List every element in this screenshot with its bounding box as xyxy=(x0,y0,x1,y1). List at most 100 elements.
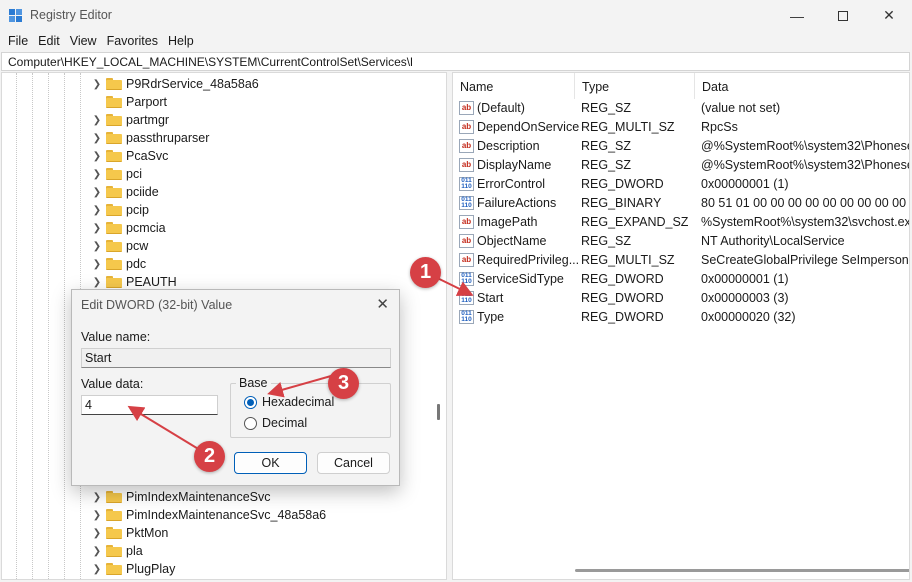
dialog-close-button[interactable]: ✕ xyxy=(376,295,389,313)
chevron-right-icon[interactable]: ❯ xyxy=(90,115,104,126)
string-value-icon: ab xyxy=(459,120,474,134)
value-data-input[interactable]: 4 xyxy=(81,395,218,415)
tree-item[interactable]: ❯ partmgr xyxy=(90,111,169,129)
value-type: REG_SZ xyxy=(581,158,632,172)
folder-icon xyxy=(106,168,122,180)
chevron-right-icon[interactable]: ❯ xyxy=(90,205,104,216)
value-data: %SystemRoot%\system32\svchost.exe - xyxy=(701,215,910,229)
value-row[interactable]: ab (Default) REG_SZ (value not set) xyxy=(453,99,909,118)
tree-item[interactable]: Parport xyxy=(90,93,167,111)
tree-item-label: PlugPlay xyxy=(126,562,176,576)
chevron-right-icon[interactable]: ❯ xyxy=(90,277,104,288)
chevron-right-icon[interactable]: ❯ xyxy=(90,133,104,144)
value-type: REG_SZ xyxy=(581,234,632,248)
value-row[interactable]: 011 110 Type REG_DWORD 0x00000020 (32) xyxy=(453,308,909,327)
value-row[interactable]: ab ObjectName REG_SZ NT Authority\LocalServ… xyxy=(453,232,909,251)
chevron-right-icon[interactable]: ❯ xyxy=(90,528,104,539)
minimize-icon: — xyxy=(790,7,804,24)
values-list-pane[interactable]: Name Type Data ab (Default) REG_SZ (value n… xyxy=(452,72,910,580)
column-header-type[interactable]: Type xyxy=(575,73,695,99)
address-bar[interactable]: Computer\HKEY_LOCAL_MACHINE\SYSTEM\Curre… xyxy=(1,52,910,71)
tree-item[interactable]: ❯ pdc xyxy=(90,255,146,273)
chevron-right-icon[interactable]: ❯ xyxy=(90,187,104,198)
tree-guide-line xyxy=(32,73,33,579)
chevron-right-icon[interactable]: ❯ xyxy=(90,259,104,270)
menu-edit[interactable]: Edit xyxy=(33,31,65,51)
horizontal-scrollbar[interactable] xyxy=(575,569,909,572)
value-row[interactable]: 011 110 ServiceSidType REG_DWORD 0x00000001 … xyxy=(453,270,909,289)
chevron-right-icon[interactable]: ❯ xyxy=(90,546,104,557)
string-value-icon: ab xyxy=(459,158,474,172)
folder-icon xyxy=(106,491,122,503)
menu-bar: File Edit View Favorites Help xyxy=(0,31,912,51)
chevron-right-icon[interactable]: ❯ xyxy=(90,241,104,252)
close-icon: ✕ xyxy=(883,7,895,23)
tree-item[interactable]: ❯ pcip xyxy=(90,201,149,219)
tree-item-label: pcmcia xyxy=(126,221,166,235)
tree-item[interactable]: ❯ pciide xyxy=(90,183,159,201)
tree-item[interactable]: ❯ PlugPlay xyxy=(90,560,176,578)
tree-item-label: P9RdrService_48a58a6 xyxy=(126,77,259,91)
tree-item-label: pcip xyxy=(126,203,149,217)
string-value-icon: ab xyxy=(459,253,474,267)
menu-file[interactable]: File xyxy=(3,31,33,51)
folder-icon xyxy=(106,114,122,126)
menu-help[interactable]: Help xyxy=(163,31,199,51)
pane-splitter[interactable] xyxy=(437,404,440,420)
value-data-label: Value data: xyxy=(81,377,144,391)
value-row[interactable]: 011 110 Start REG_DWORD 0x00000003 (3) xyxy=(453,289,909,308)
chevron-right-icon[interactable]: ❯ xyxy=(90,79,104,90)
tree-item-label: pciide xyxy=(126,185,159,199)
tree-item[interactable]: ❯ PktMon xyxy=(90,524,169,542)
chevron-right-icon[interactable]: ❯ xyxy=(90,223,104,234)
chevron-right-icon[interactable]: ❯ xyxy=(90,169,104,180)
callout-badge-2: 2 xyxy=(194,441,225,472)
value-name: ServiceSidType xyxy=(477,272,564,286)
ok-button[interactable]: OK xyxy=(234,452,307,474)
maximize-icon xyxy=(838,10,848,21)
tree-item[interactable]: ❯ PimIndexMaintenanceSvc_48a58a6 xyxy=(90,506,326,524)
tree-item[interactable]: ❯ pla xyxy=(90,542,143,560)
column-header-data[interactable]: Data xyxy=(695,73,909,99)
chevron-right-icon[interactable]: ❯ xyxy=(90,151,104,162)
value-name: Type xyxy=(477,310,505,324)
menu-view[interactable]: View xyxy=(65,31,102,51)
tree-item[interactable]: ❯ pci xyxy=(90,165,142,183)
value-row[interactable]: ab Description REG_SZ @%SystemRoot%\system3… xyxy=(453,137,909,156)
value-data: RpcSs xyxy=(701,120,738,134)
tree-item-label: PEAUTH xyxy=(126,275,177,289)
value-row[interactable]: ab RequiredPrivileg... REG_MULTI_SZ SeCreat… xyxy=(453,251,909,270)
value-row[interactable]: ab DependOnService REG_MULTI_SZ RpcSs xyxy=(453,118,909,137)
column-header-name[interactable]: Name xyxy=(453,73,575,99)
radio-hexadecimal-label: Hexadecimal xyxy=(262,395,335,409)
folder-icon xyxy=(106,132,122,144)
close-button[interactable]: ✕ xyxy=(866,0,912,31)
tree-item[interactable]: ❯ pcw xyxy=(90,237,148,255)
value-type: REG_SZ xyxy=(581,139,632,153)
tree-item-label: pcw xyxy=(126,239,149,253)
tree-item[interactable]: ❯ pcmcia xyxy=(90,219,166,237)
radio-decimal[interactable]: Decimal xyxy=(244,416,307,430)
tree-item[interactable]: ❯ passthruparser xyxy=(90,129,210,147)
chevron-right-icon[interactable]: ❯ xyxy=(90,564,104,575)
tree-item[interactable]: ❯ P9RdrService_48a58a6 xyxy=(90,75,259,93)
value-row[interactable]: ab ImagePath REG_EXPAND_SZ %SystemRoot%\sys… xyxy=(453,213,910,232)
cancel-button[interactable]: Cancel xyxy=(317,452,390,474)
value-row[interactable]: 011 110 ErrorControl REG_DWORD 0x00000001 (1… xyxy=(453,175,909,194)
tree-item[interactable]: ❯ PimIndexMaintenanceSvc xyxy=(90,488,271,506)
value-row[interactable]: 011 110 FailureActions REG_BINARY 80 51 01 0… xyxy=(453,194,909,213)
base-label: Base xyxy=(236,376,271,390)
radio-hexadecimal[interactable]: Hexadecimal xyxy=(244,395,334,409)
tree-item-label: PimIndexMaintenanceSvc xyxy=(126,490,271,504)
folder-icon xyxy=(106,563,122,575)
minimize-button[interactable]: — xyxy=(774,0,820,31)
chevron-right-icon[interactable]: ❯ xyxy=(90,492,104,503)
value-name: ObjectName xyxy=(477,234,547,248)
maximize-button[interactable] xyxy=(820,0,866,31)
chevron-right-icon[interactable]: ❯ xyxy=(90,510,104,521)
folder-icon xyxy=(106,240,122,252)
value-row[interactable]: ab DisplayName REG_SZ @%SystemRoot%\system3… xyxy=(453,156,909,175)
tree-item-label: pci xyxy=(126,167,142,181)
menu-favorites[interactable]: Favorites xyxy=(102,31,163,51)
tree-item[interactable]: ❯ PcaSvc xyxy=(90,147,169,165)
